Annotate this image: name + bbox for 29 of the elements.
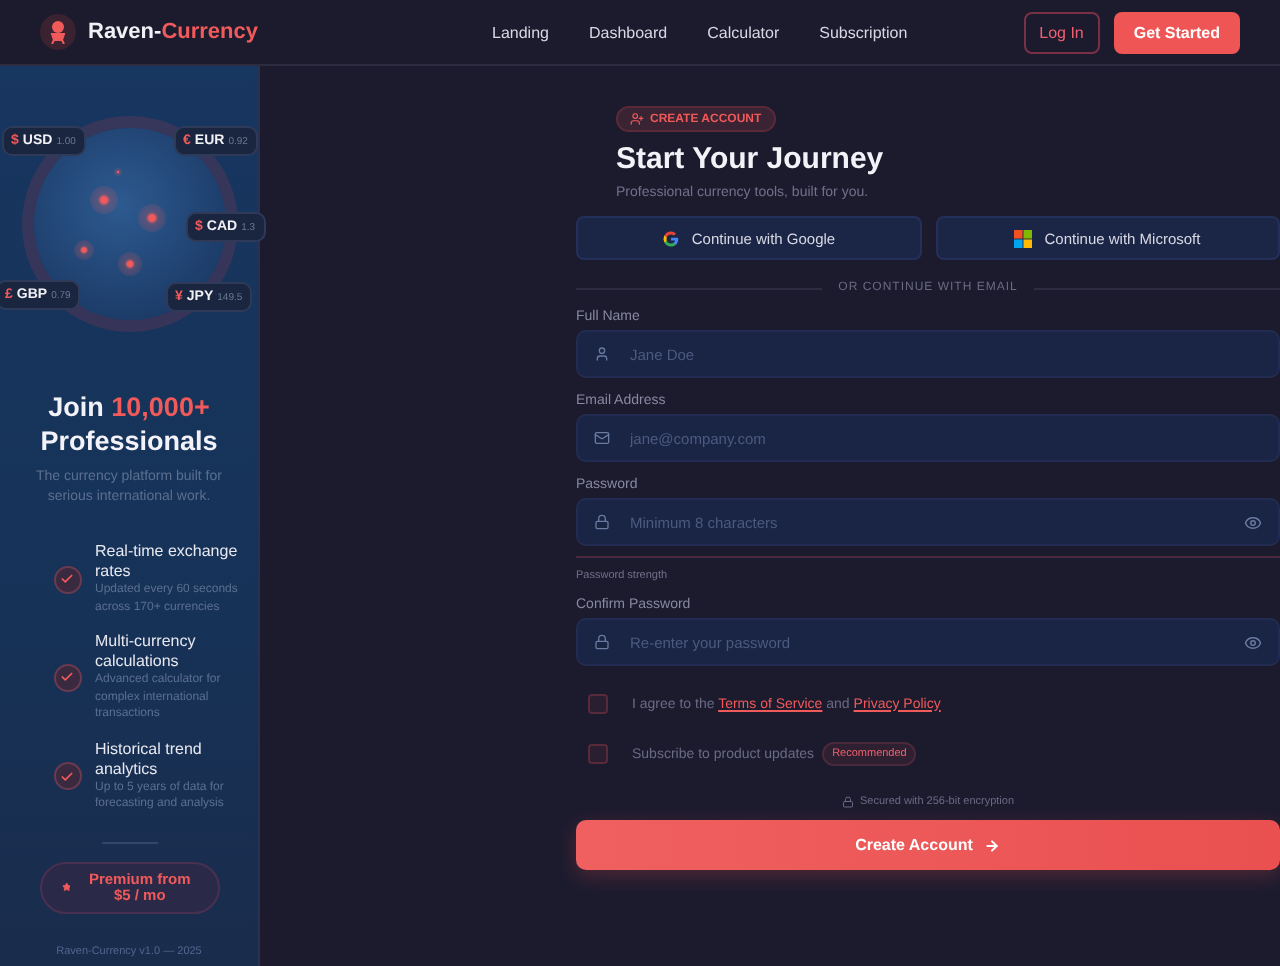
- logo-icon: [40, 14, 76, 50]
- check-icon: [53, 565, 81, 593]
- nav-link[interactable]: Subscription: [819, 23, 908, 41]
- sidebar-heading: Join 10,000+ Professionals: [40, 390, 218, 458]
- nav-link[interactable]: Calculator: [707, 23, 780, 41]
- check-icon: [53, 663, 81, 692]
- envelope-icon: [594, 430, 610, 446]
- google-icon: [661, 229, 680, 247]
- feature-title: Historical trend analytics: [95, 739, 204, 779]
- checkbox[interactable]: [588, 694, 608, 714]
- form-title: Start Your Journey: [616, 142, 886, 176]
- checkbox[interactable]: [588, 744, 608, 764]
- padlock-icon: [841, 796, 854, 808]
- eye-icon[interactable]: [1244, 633, 1262, 651]
- eye-icon[interactable]: [1244, 513, 1262, 531]
- person-icon: [594, 346, 610, 362]
- arrow-right-icon: [984, 837, 1001, 853]
- user-plus-icon: [630, 112, 644, 126]
- nav-link[interactable]: Dashboard: [588, 23, 668, 41]
- padlock-icon: [594, 634, 610, 650]
- check-icon: [53, 762, 81, 790]
- nav-link[interactable]: Landing: [492, 23, 549, 41]
- brand-name: Raven-Currency: [88, 20, 258, 44]
- feature-title: Multi-currency calculations: [95, 632, 198, 672]
- star-icon: [61, 880, 71, 894]
- padlock-icon: [594, 514, 610, 530]
- feature-title: Real-time exchange rates: [95, 542, 240, 582]
- login-button[interactable]: Log In: [1023, 11, 1100, 53]
- windows-logo-icon: [1014, 229, 1033, 247]
